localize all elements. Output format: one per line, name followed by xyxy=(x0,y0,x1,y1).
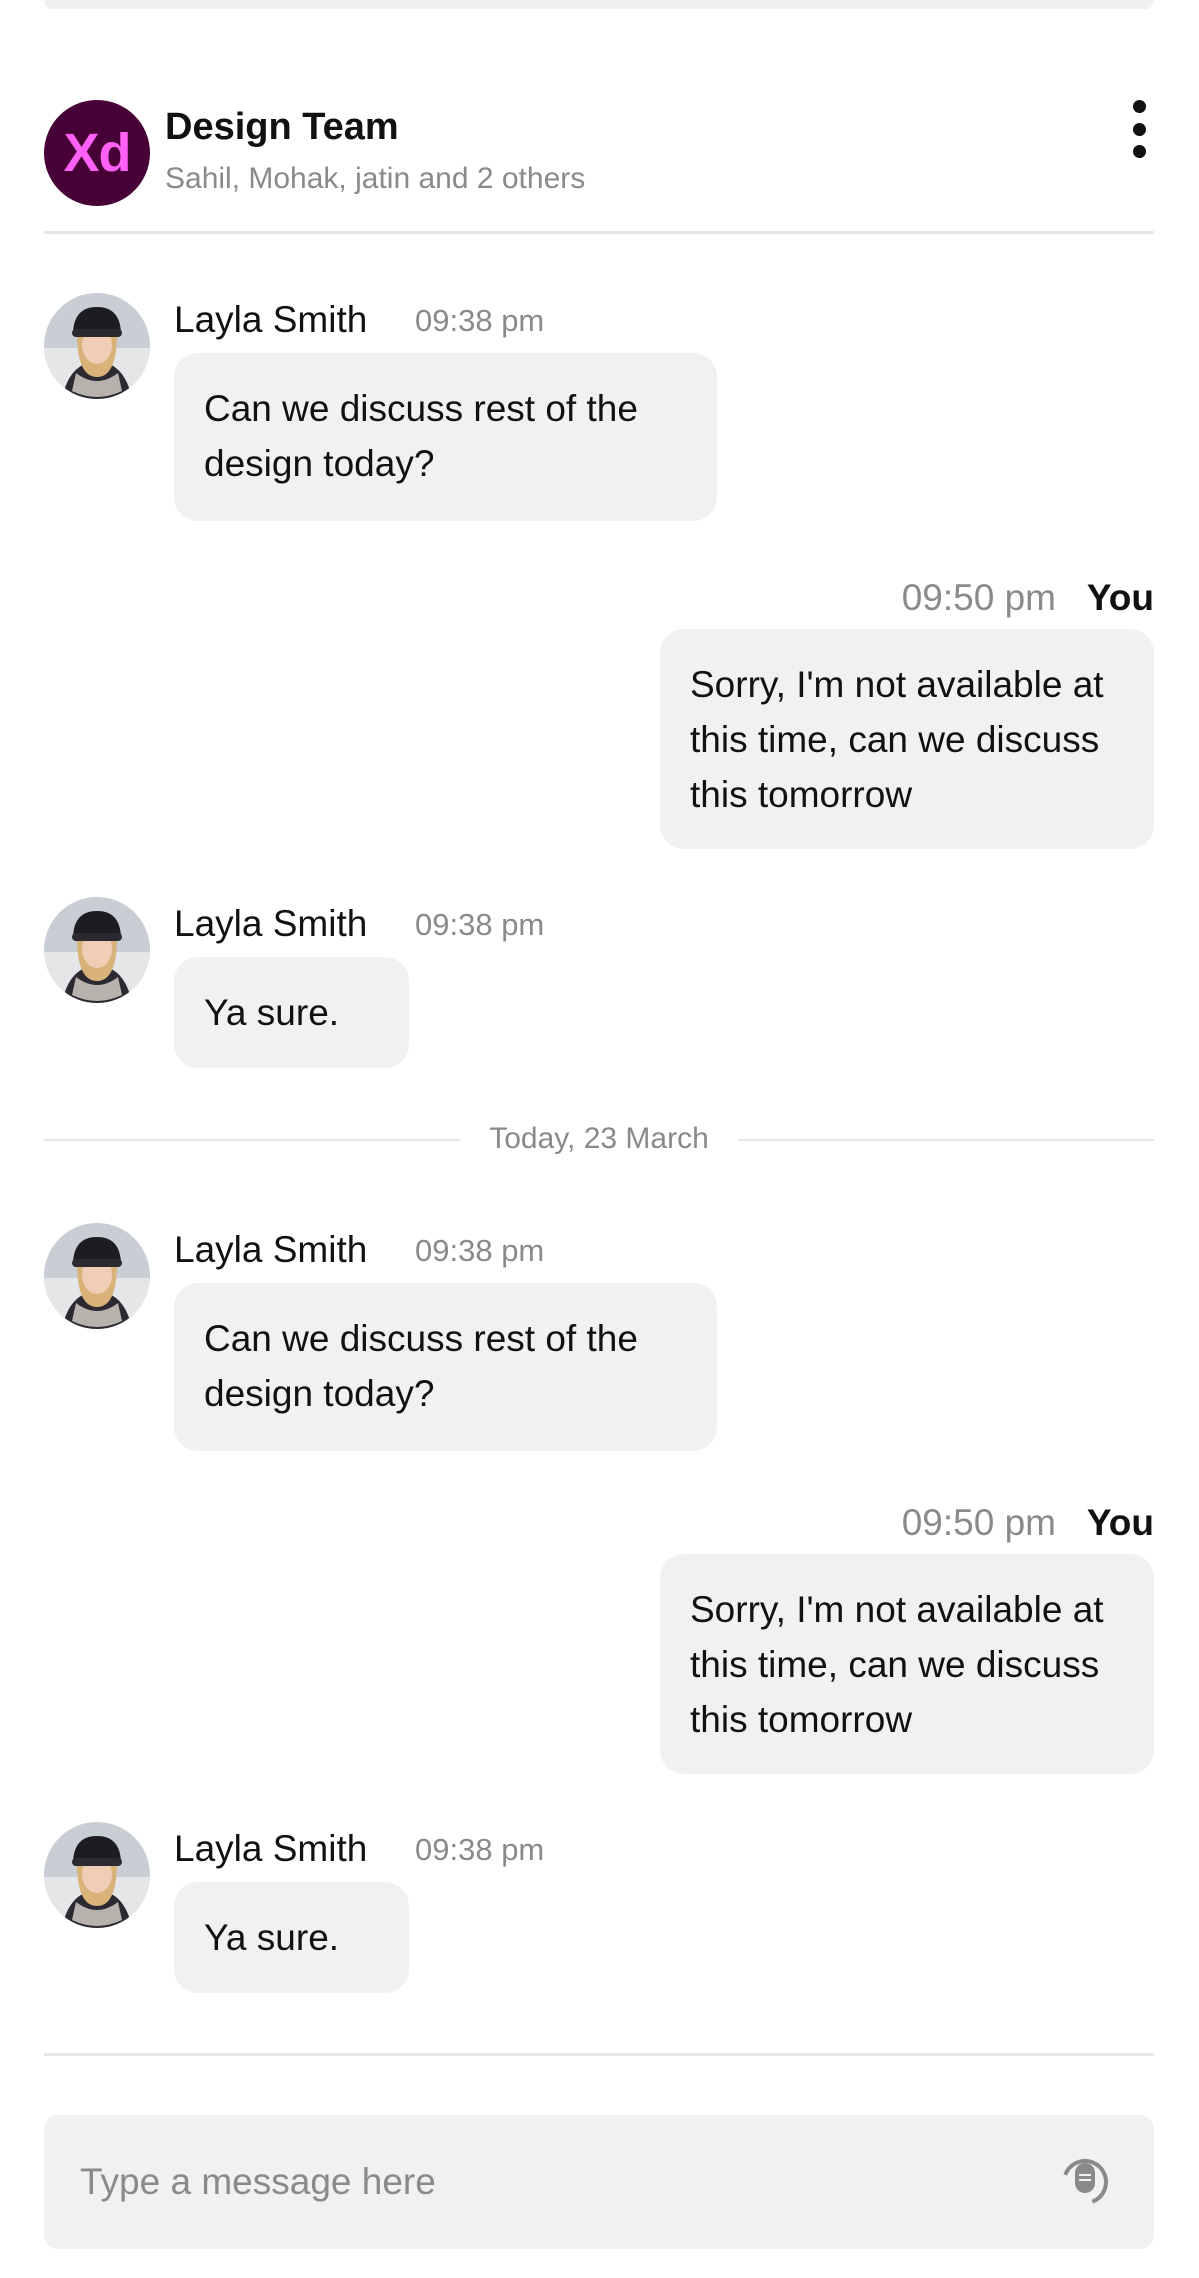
avatar[interactable] xyxy=(44,1822,150,1928)
message-text-line: this time, can we discuss xyxy=(690,719,1100,760)
message-bubble[interactable]: Sorry, I'm not available at this time, c… xyxy=(660,629,1154,849)
microphone-button[interactable] xyxy=(1060,2157,1110,2207)
avatar-image xyxy=(44,897,150,1003)
avatar-image xyxy=(44,1223,150,1329)
message-time: 09:50 pm xyxy=(901,1502,1056,1543)
message-incoming: Layla Smith 09:38 pm Ya sure. xyxy=(44,897,944,1077)
message-time: 09:38 pm xyxy=(415,303,545,338)
group-members: Sahil, Mohak, jatin and 2 others xyxy=(165,162,586,195)
sender-name: Layla Smith xyxy=(174,299,368,340)
message-outgoing: You 09:50 pm Sorry, I'm not available at… xyxy=(554,1502,1154,1777)
message-time: 09:50 pm xyxy=(901,577,1056,618)
more-options-button[interactable] xyxy=(1124,100,1154,158)
group-avatar[interactable]: Xd xyxy=(44,100,150,206)
group-logo-text: Xd xyxy=(63,123,131,183)
message-incoming: Layla Smith 09:38 pm Can we discuss rest… xyxy=(44,293,944,523)
message-bubble[interactable]: Can we discuss rest of the design today? xyxy=(174,1283,717,1451)
message-text-line: Can we discuss rest of the xyxy=(204,388,638,429)
avatar-image xyxy=(44,293,150,399)
message-text-line: Sorry, I'm not available at xyxy=(690,1589,1104,1630)
message-text-line: Sorry, I'm not available at xyxy=(690,664,1104,705)
avatar[interactable] xyxy=(44,897,150,1003)
message-text-line: design today? xyxy=(204,1373,435,1414)
sender-name: Layla Smith xyxy=(174,903,368,944)
header-divider xyxy=(44,231,1154,234)
group-name: Design Team xyxy=(165,106,399,148)
message-composer xyxy=(44,2115,1154,2249)
message-bubble[interactable]: Can we discuss rest of the design today? xyxy=(174,353,717,521)
message-incoming: Layla Smith 09:38 pm Ya sure. xyxy=(44,1822,944,2002)
avatar[interactable] xyxy=(44,1223,150,1329)
message-time: 09:38 pm xyxy=(415,1832,545,1867)
message-bubble[interactable]: Ya sure. xyxy=(174,1882,409,1993)
message-outgoing: You 09:50 pm Sorry, I'm not available at… xyxy=(554,577,1154,852)
message-text-line: design today? xyxy=(204,443,435,484)
date-separator: Today, 23 March xyxy=(44,1120,1154,1160)
chat-header: Xd Design Team Sahil, Mohak, jatin and 2… xyxy=(44,100,1154,206)
avatar-image xyxy=(44,1822,150,1928)
sender-name: Layla Smith xyxy=(174,1229,368,1270)
sender-name: You xyxy=(1086,1502,1154,1543)
message-text-line: this tomorrow xyxy=(690,1699,913,1740)
sender-name: You xyxy=(1086,577,1154,618)
message-text-line: Ya sure. xyxy=(204,992,340,1033)
message-time: 09:38 pm xyxy=(415,907,545,942)
message-time: 09:38 pm xyxy=(415,1233,545,1268)
avatar[interactable] xyxy=(44,293,150,399)
more-vertical-icon xyxy=(1132,100,1146,113)
composer-divider xyxy=(44,2053,1154,2056)
sender-name: Layla Smith xyxy=(174,1828,368,1869)
message-text-line: Can we discuss rest of the xyxy=(204,1318,638,1359)
previous-card-edge xyxy=(44,0,1154,9)
message-incoming: Layla Smith 09:38 pm Can we discuss rest… xyxy=(44,1223,944,1453)
message-bubble[interactable]: Ya sure. xyxy=(174,957,409,1068)
message-text-line: Ya sure. xyxy=(204,1917,340,1958)
message-input[interactable] xyxy=(80,2115,1040,2249)
message-text-line: this tomorrow xyxy=(690,774,913,815)
message-bubble[interactable]: Sorry, I'm not available at this time, c… xyxy=(660,1554,1154,1774)
chat-screen: Xd Design Team Sahil, Mohak, jatin and 2… xyxy=(0,0,1199,2278)
message-text-line: this time, can we discuss xyxy=(690,1644,1100,1685)
microphone-icon xyxy=(1062,2159,1108,2205)
